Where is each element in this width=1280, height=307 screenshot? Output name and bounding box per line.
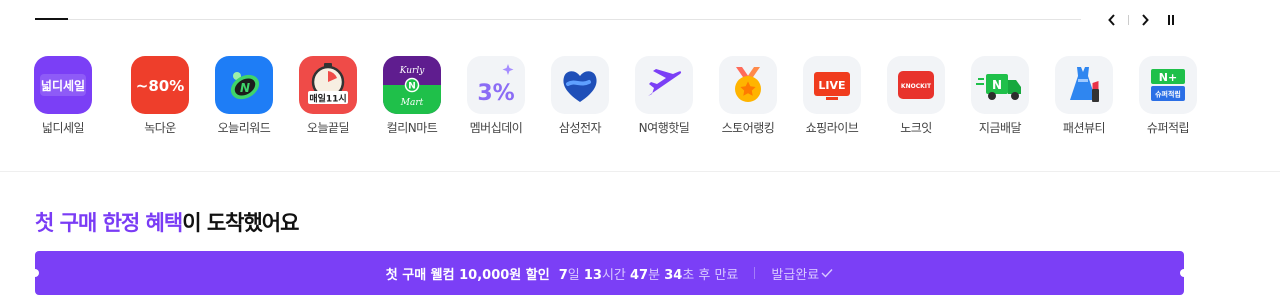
shortcut-label: 쇼핑라이브 [805, 121, 859, 135]
issued-label: 발급완료 [771, 267, 820, 283]
n-coin-reward-icon: N [215, 56, 273, 114]
carousel-progress-track [35, 18, 1081, 20]
airplane-icon [635, 56, 693, 114]
kurly-n-mart-icon: Kurly N Mart [383, 56, 441, 114]
shortcut-now-delivery[interactable]: N 지금배달 [958, 56, 1042, 136]
shortcut-today-deal[interactable]: 매일11시 오늘끝딜 [286, 56, 370, 136]
kurly-n-badge: N [408, 82, 416, 92]
chevron-right-icon [1142, 14, 1149, 26]
super-points-icon: N+ 슈퍼적립 [1139, 56, 1197, 114]
timer-minutes: 47 [630, 267, 649, 283]
timer-seconds-unit: 초 후 만료 [682, 267, 739, 283]
shortcut-today-reward[interactable]: N 오늘리워드 [202, 56, 286, 136]
shortcut-knockit[interactable]: KNOCKIT 노크잇 [874, 56, 958, 136]
coupon-name: 첫 구매 웰컴 10,000원 할인 [385, 267, 550, 283]
today-deal-badge: 매일11시 [309, 93, 346, 105]
coupon-notch-right [1180, 269, 1188, 277]
shortcut-label: 지금배달 [978, 121, 1022, 135]
first-purchase-coupon-banner[interactable]: 첫 구매 웰컴 10,000원 할인 7일 13시간 47분 34초 후 만료 … [31, 251, 1188, 295]
coupon-expiry-timer: 7일 13시간 47분 34초 후 만료 [559, 264, 739, 283]
shortcut-store-ranking[interactable]: 스토어랭킹 [706, 56, 790, 136]
kurly-badge: Kurly [399, 66, 426, 76]
timer-seconds: 34 [664, 267, 683, 283]
shortcut-label: 노크잇 [900, 121, 932, 135]
dress-lipstick-icon [1055, 56, 1113, 114]
carousel-controls [1103, 11, 1180, 29]
timer-minutes-unit: 분 [648, 267, 665, 283]
shortcut-shopping-live[interactable]: LIVE 쇼핑라이브 [790, 56, 874, 136]
section-divider [0, 171, 1280, 172]
membership-badge: 3% [477, 81, 514, 106]
carousel-next-button[interactable] [1136, 11, 1154, 29]
shortcut-label: 넓디세일 [41, 121, 85, 135]
shortcut-knockdown[interactable]: ~80% 녹다운 [118, 56, 202, 136]
shortcut-label: 오늘끝딜 [306, 121, 350, 135]
carousel-pause-button[interactable] [1162, 11, 1180, 29]
shortcut-super-points[interactable]: N+ 슈퍼적립 슈퍼적립 [1126, 56, 1210, 136]
super-points-top-badge: N+ [1159, 71, 1177, 84]
knockdown-80-icon: ~80% [131, 56, 189, 114]
shortcut-nubdi-sale[interactable]: 넓디세일 넓디세일 [34, 56, 92, 136]
timer-days: 7 [558, 267, 568, 283]
super-points-bottom-badge: 슈퍼적립 [1155, 90, 1181, 99]
medal-icon [719, 56, 777, 114]
pause-icon [1168, 15, 1174, 25]
shortcut-label: 패션뷰티 [1062, 121, 1106, 135]
membership-3-percent-icon: 3% [467, 56, 525, 114]
knockdown-badge: ~80% [136, 77, 184, 95]
section-title: 첫 구매 한정 혜택이 도착했어요 [35, 207, 299, 237]
shortcut-membership-day[interactable]: 3% 멤버십데이 [454, 56, 538, 136]
shortcut-label: 오늘리워드 [217, 121, 271, 135]
shortcut-label: 스토어랭킹 [721, 121, 775, 135]
timer-days-unit: 일 [567, 267, 584, 283]
shortcut-samsung[interactable]: 삼성전자 [538, 56, 622, 136]
carousel-progress-fill [35, 18, 69, 20]
shortcut-label: 슈퍼적립 [1146, 121, 1190, 135]
coupon-issued-status: 발급완료 [771, 264, 833, 283]
knockit-badge: KNOCKIT [901, 83, 932, 90]
coupon-notch-left [31, 269, 39, 277]
live-badge: LIVE [818, 79, 845, 92]
nubdi-sale-badge: 넓디세일 [41, 78, 85, 93]
check-icon [821, 269, 833, 278]
knockit-icon: KNOCKIT [887, 56, 945, 114]
shortcut-fashion-beauty[interactable]: 패션뷰티 [1042, 56, 1126, 136]
timer-hours-unit: 시간 [601, 267, 630, 283]
carousel-prev-button[interactable] [1103, 11, 1121, 29]
timer-deal-icon: 매일11시 [299, 56, 357, 114]
section-title-highlight: 첫 구매 한정 혜택 [35, 211, 183, 235]
nubdi-sale-icon: 넓디세일 [34, 56, 92, 114]
samsung-heart-icon [551, 56, 609, 114]
shortcut-kurly-n-mart[interactable]: Kurly N Mart 컬리N마트 [370, 56, 454, 136]
shortcut-label: 멤버십데이 [469, 121, 523, 135]
delivery-truck-icon: N [971, 56, 1029, 114]
shortcut-label: N여행핫딜 [638, 121, 690, 135]
delivery-badge: N [992, 78, 1002, 92]
section-title-rest: 이 도착했어요 [182, 211, 299, 235]
shortcut-label: 삼성전자 [558, 121, 602, 135]
live-tv-icon: LIVE [803, 56, 861, 114]
coupon-separator [754, 267, 756, 279]
svg-text:N: N [240, 81, 250, 95]
mart-badge: Mart [400, 98, 424, 108]
carousel-control-separator [1128, 15, 1129, 25]
shortcut-label: 녹다운 [144, 121, 176, 135]
shortcut-menu: 넓디세일 넓디세일 ~80% 녹다운 N 오늘리워드 매일11시 오늘끝딜 Ku… [34, 56, 1210, 136]
shortcut-label: 컬리N마트 [386, 121, 438, 135]
chevron-left-icon [1108, 14, 1115, 26]
shortcut-n-travel-deal[interactable]: N여행핫딜 [622, 56, 706, 136]
timer-hours: 13 [583, 267, 602, 283]
